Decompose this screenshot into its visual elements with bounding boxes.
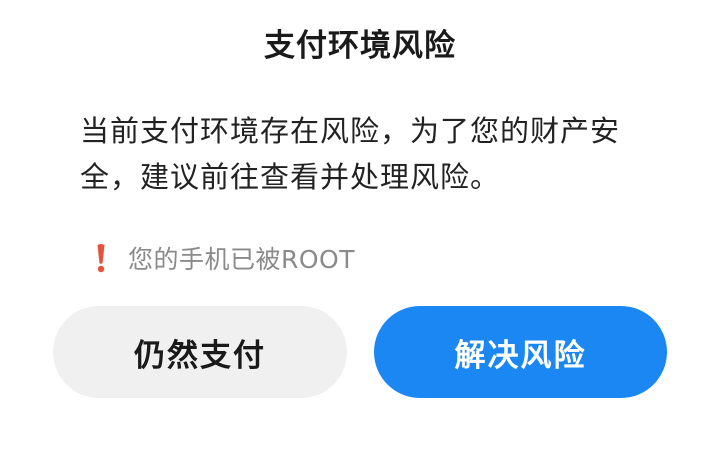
risk-dialog: 支付环境风险 当前支付环境存在风险，为了您的财产安全，建议前往查看并处理风险。 … bbox=[0, 0, 720, 455]
continue-pay-label: 仍然支付 bbox=[134, 337, 266, 374]
root-warning: 您的手机已被ROOT bbox=[96, 242, 355, 274]
resolve-risk-label: 解决风险 bbox=[454, 337, 587, 374]
resolve-risk-button[interactable]: 解决风险 bbox=[374, 306, 667, 398]
warning-text: 您的手机已被ROOT bbox=[128, 245, 355, 274]
exclamation-icon bbox=[96, 242, 116, 274]
dialog-message: 当前支付环境存在风险，为了您的财产安全，建议前往查看并处理风险。 bbox=[80, 114, 621, 194]
dialog-title: 支付环境风险 bbox=[264, 28, 456, 64]
continue-pay-button[interactable]: 仍然支付 bbox=[53, 306, 347, 398]
